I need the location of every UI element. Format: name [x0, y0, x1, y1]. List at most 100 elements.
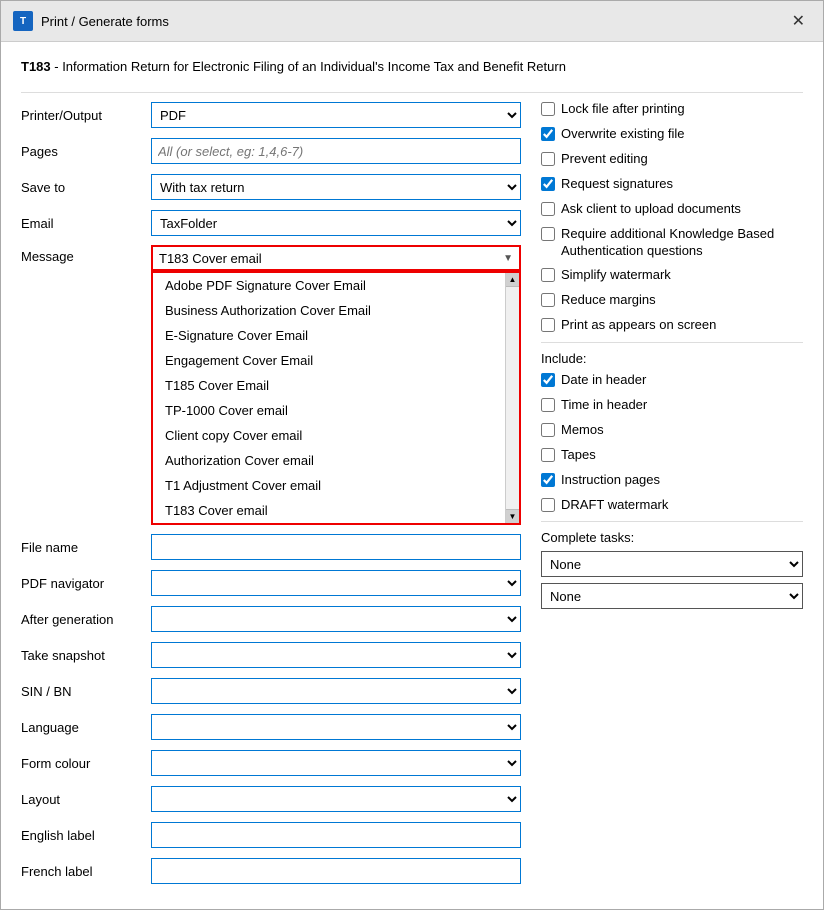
pdfnav-label: PDF navigator [21, 576, 151, 591]
printer-select[interactable]: PDF [151, 102, 521, 128]
checkbox-row-simplify: Simplify watermark [541, 267, 803, 284]
englishlabel-row: English label [21, 821, 521, 849]
message-arrow-icon: ▼ [503, 253, 513, 264]
titlebar-title: Print / Generate forms [41, 14, 169, 29]
heading-bold: T183 [21, 59, 51, 74]
message-dropdown-list: Adobe PDF Signature Cover Email Business… [151, 271, 521, 525]
layout-label: Layout [21, 792, 151, 807]
formcolour-select[interactable] [151, 750, 521, 776]
frenchlabel-label: French label [21, 864, 151, 879]
time-header-label: Time in header [561, 397, 647, 414]
dropdown-list-inner: Adobe PDF Signature Cover Email Business… [153, 273, 519, 523]
aftergen-row: After generation [21, 605, 521, 633]
englishlabel-control [151, 822, 521, 848]
snapshot-select[interactable] [151, 642, 521, 668]
saveto-label: Save to [21, 180, 151, 195]
aftergen-select[interactable] [151, 606, 521, 632]
message-control: T183 Cover email ▼ Adobe PDF Signature C… [151, 245, 521, 525]
pages-label: Pages [21, 144, 151, 159]
checkbox-row-reduce-margins: Reduce margins [541, 292, 803, 309]
list-item-selected[interactable]: T183 Cover email [153, 498, 505, 523]
checkbox-row-lock: Lock file after printing [541, 101, 803, 118]
list-item[interactable]: Authorization Cover email [153, 448, 505, 473]
list-item[interactable]: T185 Cover Email [153, 373, 505, 398]
heading-text: - Information Return for Electronic Fili… [51, 59, 566, 74]
pages-control [151, 138, 521, 164]
saveto-select[interactable]: With tax return [151, 174, 521, 200]
list-item[interactable]: E-Signature Cover Email [153, 323, 505, 348]
aftergen-label: After generation [21, 612, 151, 627]
checkbox-row-memos: Memos [541, 422, 803, 439]
lock-checkbox[interactable] [541, 102, 555, 116]
filename-label: File name [21, 540, 151, 555]
scroll-up-btn[interactable]: ▲ [506, 273, 519, 287]
message-dropdown-btn[interactable]: T183 Cover email ▼ [151, 245, 521, 271]
englishlabel-input[interactable] [151, 822, 521, 848]
saveto-control: With tax return [151, 174, 521, 200]
filename-row: File name [21, 533, 521, 561]
left-panel: Printer/Output PDF Pages Sa [21, 101, 521, 893]
email-select[interactable]: TaxFolder [151, 210, 521, 236]
complete-tasks-select-1[interactable]: None [541, 551, 803, 577]
message-row: Message T183 Cover email ▼ Adobe PDF Sig… [21, 245, 521, 525]
pdfnav-select[interactable] [151, 570, 521, 596]
checkbox-row-ask-client: Ask client to upload documents [541, 201, 803, 218]
filename-input[interactable] [151, 534, 521, 560]
frenchlabel-input[interactable] [151, 858, 521, 884]
list-item[interactable]: Engagement Cover Email [153, 348, 505, 373]
app-icon: T [13, 11, 33, 31]
close-button[interactable]: ✕ [786, 9, 811, 33]
pdfnav-control [151, 570, 521, 596]
scrollbar: ▲ ▼ [505, 273, 519, 523]
list-item[interactable]: TP-1000 Cover email [153, 398, 505, 423]
language-select[interactable] [151, 714, 521, 740]
memos-checkbox[interactable] [541, 423, 555, 437]
request-sig-label: Request signatures [561, 176, 673, 193]
language-row: Language [21, 713, 521, 741]
print-as-checkbox[interactable] [541, 318, 555, 332]
formcolour-control [151, 750, 521, 776]
aftergen-control [151, 606, 521, 632]
reduce-margins-checkbox[interactable] [541, 293, 555, 307]
request-sig-checkbox[interactable] [541, 177, 555, 191]
list-item[interactable]: Business Authorization Cover Email [153, 298, 505, 323]
formcolour-label: Form colour [21, 756, 151, 771]
pages-input[interactable] [151, 138, 521, 164]
message-value: T183 Cover email [159, 251, 262, 266]
titlebar: T Print / Generate forms ✕ [1, 1, 823, 42]
draft-watermark-checkbox[interactable] [541, 498, 555, 512]
sinbn-select[interactable] [151, 678, 521, 704]
complete-tasks-section: Complete tasks: None None [541, 530, 803, 609]
tapes-checkbox[interactable] [541, 448, 555, 462]
instruction-pages-label: Instruction pages [561, 472, 660, 489]
date-header-checkbox[interactable] [541, 373, 555, 387]
simplify-checkbox[interactable] [541, 268, 555, 282]
ask-client-checkbox[interactable] [541, 202, 555, 216]
checkbox-row-require-knowledge: Require additional Knowledge Based Authe… [541, 226, 803, 260]
checkbox-row-date-header: Date in header [541, 372, 803, 389]
email-label: Email [21, 216, 151, 231]
list-item[interactable]: Client copy Cover email [153, 423, 505, 448]
layout-select[interactable] [151, 786, 521, 812]
require-knowledge-label: Require additional Knowledge Based Authe… [561, 226, 803, 260]
complete-tasks-select-2[interactable]: None [541, 583, 803, 609]
require-knowledge-checkbox[interactable] [541, 227, 555, 241]
scroll-down-btn[interactable]: ▼ [506, 509, 519, 523]
list-item[interactable]: Adobe PDF Signature Cover Email [153, 273, 505, 298]
overwrite-label: Overwrite existing file [561, 126, 685, 143]
titlebar-left: T Print / Generate forms [13, 11, 169, 31]
layout-row: Layout [21, 785, 521, 813]
checkbox-row-prevent: Prevent editing [541, 151, 803, 168]
prevent-checkbox[interactable] [541, 152, 555, 166]
complete-tasks-label: Complete tasks: [541, 530, 803, 545]
frenchlabel-row: French label [21, 857, 521, 885]
message-label: Message [21, 245, 151, 264]
instruction-pages-checkbox[interactable] [541, 473, 555, 487]
prevent-label: Prevent editing [561, 151, 648, 168]
overwrite-checkbox[interactable] [541, 127, 555, 141]
time-header-checkbox[interactable] [541, 398, 555, 412]
print-as-label: Print as appears on screen [561, 317, 716, 334]
checkbox-row-instruction-pages: Instruction pages [541, 472, 803, 489]
dialog-heading: T183 - Information Return for Electronic… [21, 58, 803, 76]
list-item[interactable]: T1 Adjustment Cover email [153, 473, 505, 498]
